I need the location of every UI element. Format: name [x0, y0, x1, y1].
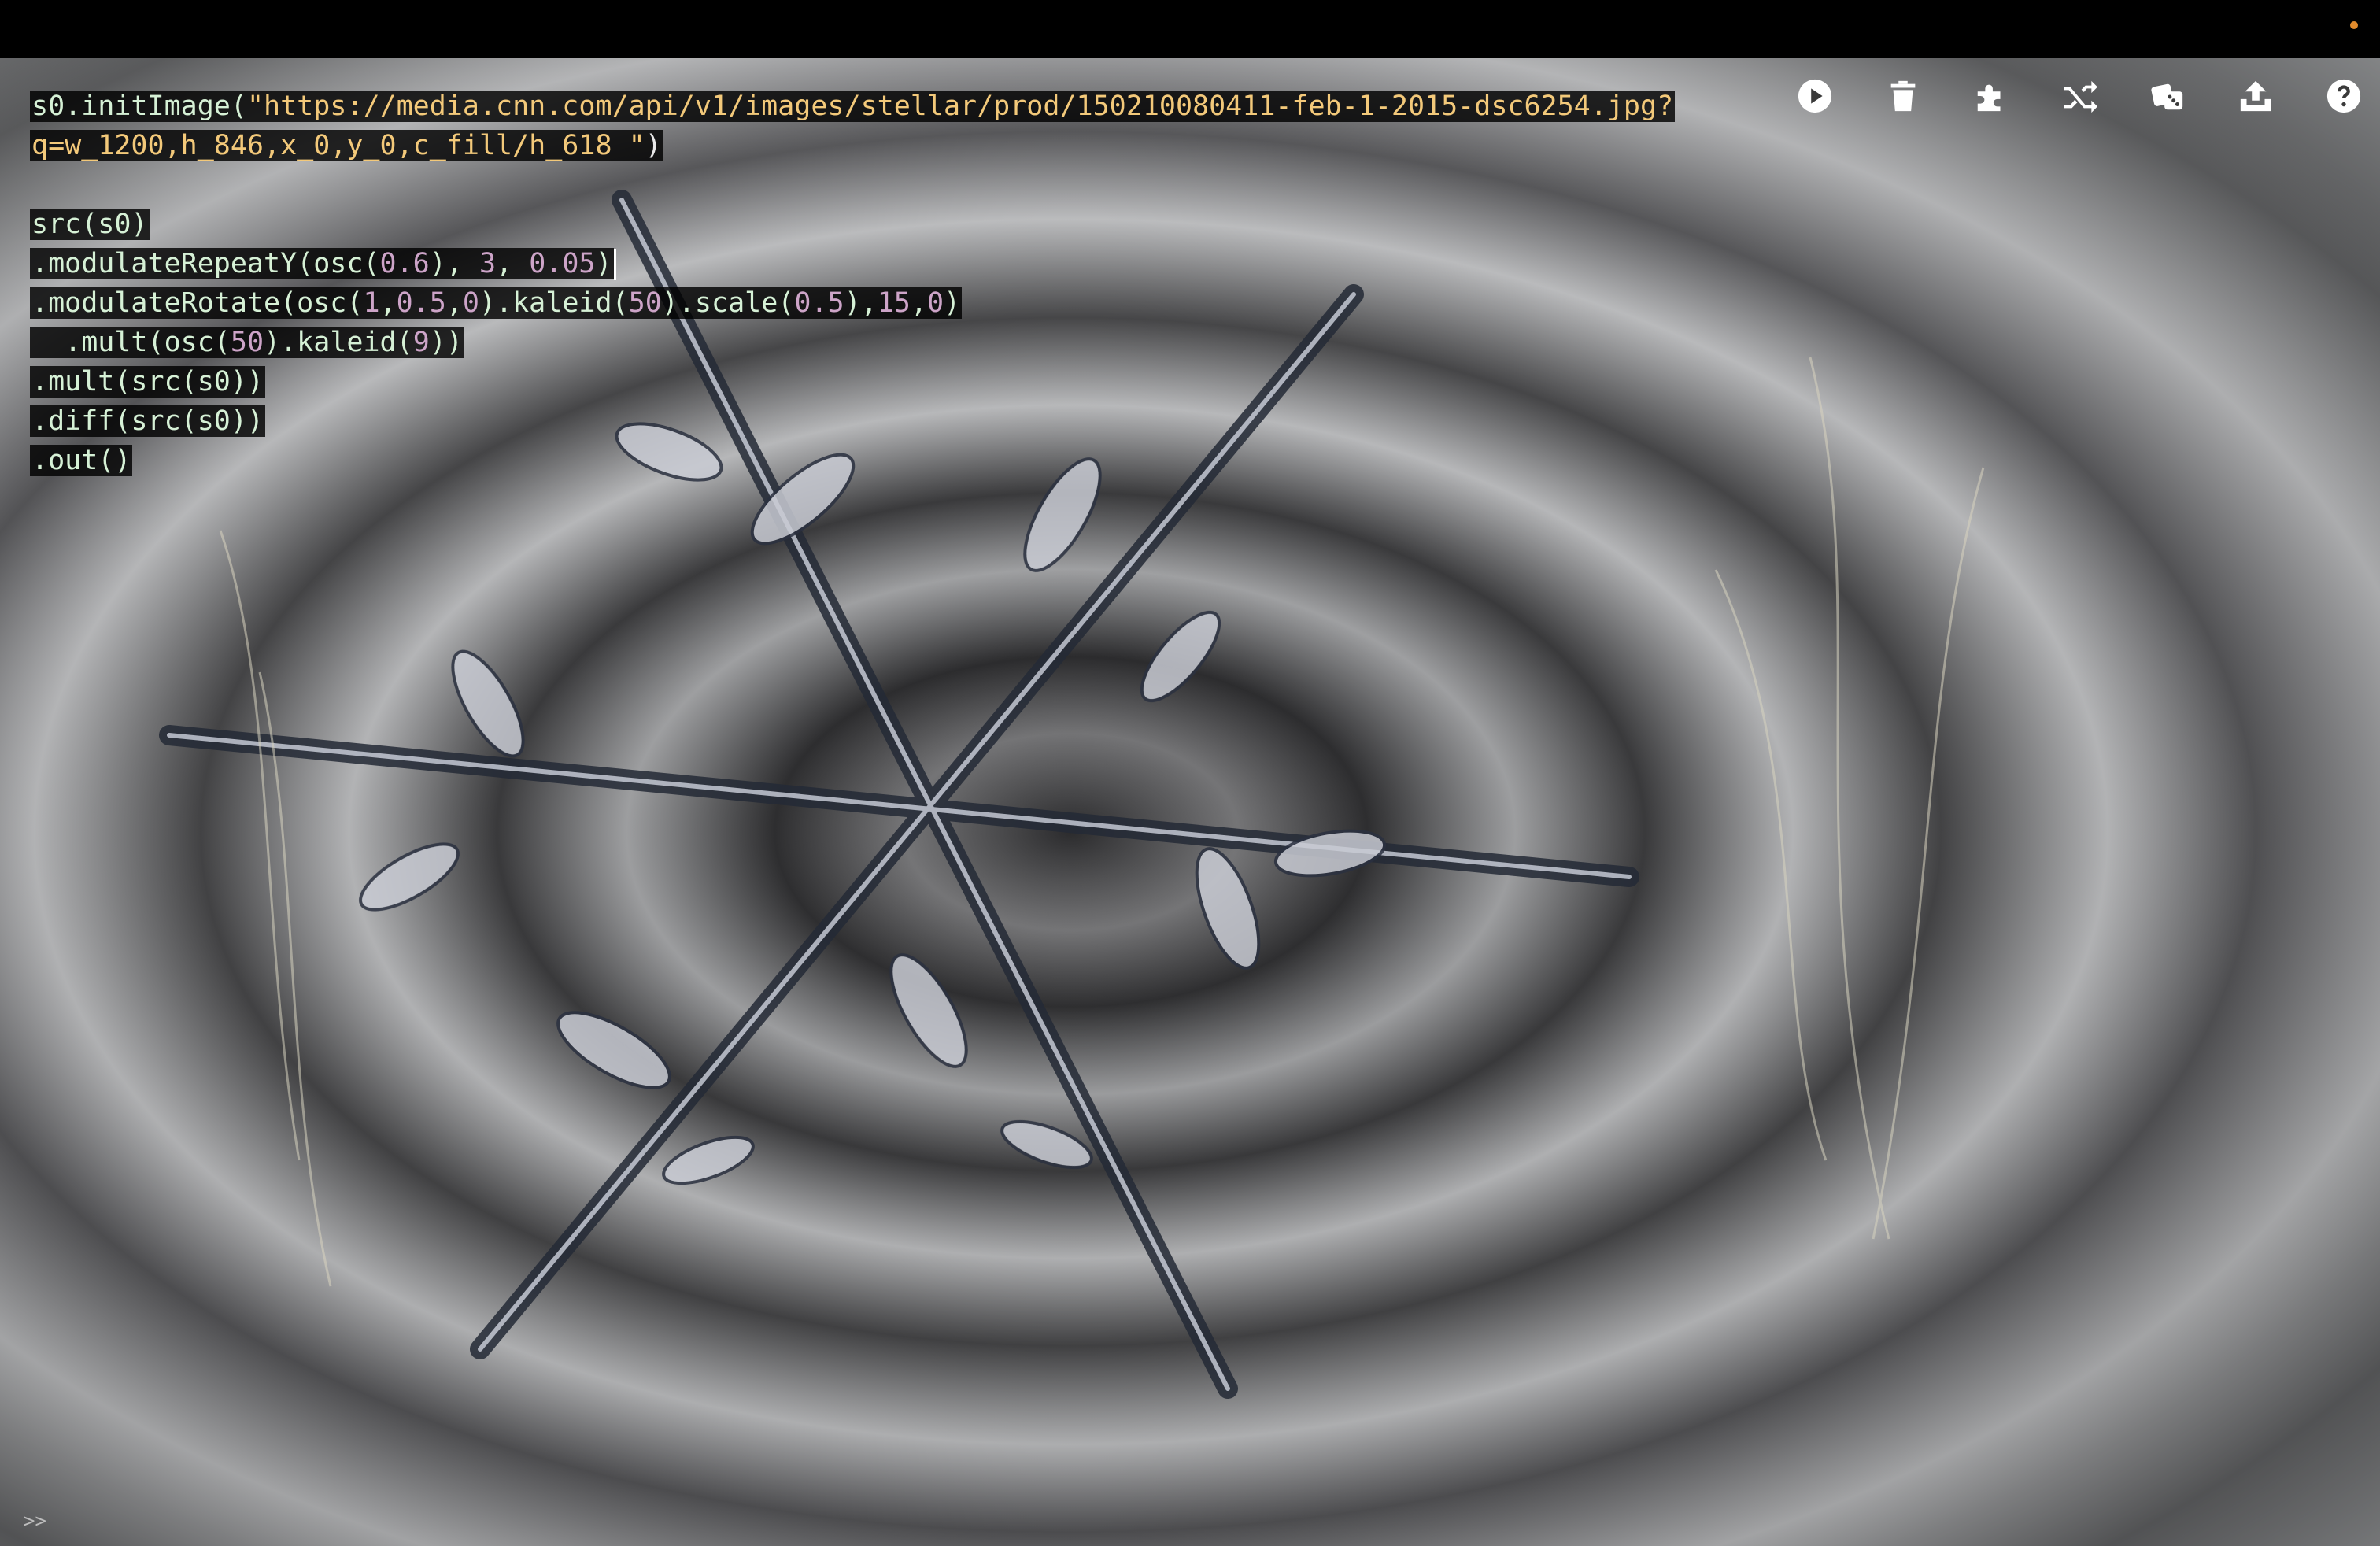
code-number: 0.05 — [529, 248, 596, 279]
code-line-5: .modulateRotate(osc(1,0.5,0).kaleid(50).… — [30, 283, 1675, 323]
extensions-button[interactable] — [1969, 74, 2013, 118]
code-token: , — [496, 248, 530, 279]
code-token: .modulateRepeatY(osc( — [31, 248, 380, 279]
code-number: 0 — [926, 287, 944, 319]
help-button[interactable] — [2322, 74, 2366, 118]
code-token: ).kaleid( — [479, 287, 629, 319]
code-token: ) — [645, 130, 662, 161]
code-number: 15 — [877, 287, 911, 319]
status-indicator — [2350, 21, 2358, 29]
code-token: , — [445, 287, 463, 319]
code-number: 1 — [363, 287, 380, 319]
code-string: q=w_1200,h_846,x_0,y_0,c_fill/h_618 " — [31, 130, 645, 161]
shuffle-button[interactable] — [2057, 74, 2101, 118]
help-icon — [2326, 79, 2361, 113]
play-icon — [1798, 79, 1832, 113]
code-number: 3 — [479, 248, 497, 279]
code-number: 9 — [412, 327, 430, 358]
run-button[interactable] — [1793, 74, 1837, 118]
code-token: s0.initImage( — [31, 91, 247, 122]
trash-icon — [1890, 80, 1916, 112]
console-prompt[interactable]: >> — [24, 1510, 46, 1532]
code-token: .out() — [30, 445, 133, 476]
code-token: ), — [429, 248, 479, 279]
code-number: 0.5 — [396, 287, 446, 319]
code-line-3: src(s0) — [30, 205, 1675, 244]
shuffle-icon — [2064, 80, 2097, 113]
upload-icon — [2240, 80, 2271, 112]
code-line-8: .diff(src(s0)) — [30, 401, 1675, 441]
code-line-2: q=w_1200,h_846,x_0,y_0,c_fill/h_618 ") — [30, 126, 1675, 165]
code-token: , — [379, 287, 397, 319]
code-string: "https://media.cnn.com/api/v1/images/ste… — [246, 91, 1674, 122]
code-token: .diff(src(s0)) — [30, 405, 266, 437]
top-bar — [0, 0, 2380, 58]
toolbar — [1793, 74, 2366, 118]
code-number: 0.6 — [379, 248, 430, 279]
dice-icon — [2151, 83, 2183, 110]
puzzle-icon — [1977, 84, 2001, 112]
code-line-9: .out() — [30, 441, 1675, 480]
code-token: .mult(src(s0)) — [30, 366, 266, 398]
code-number: 0.5 — [794, 287, 844, 319]
random-button[interactable] — [2145, 74, 2190, 118]
code-number: 50 — [628, 287, 662, 319]
code-line-4: .modulateRepeatY(osc(0.6), 3, 0.05) — [30, 244, 1675, 283]
app-screen: s0.initImage("https://media.cnn.com/api/… — [0, 0, 2380, 1546]
code-token: ).scale( — [661, 287, 795, 319]
code-token: , — [910, 287, 927, 319]
code-number: 50 — [230, 327, 264, 358]
code-token: .modulateRotate(osc( — [31, 287, 364, 319]
code-token: ).kaleid( — [264, 327, 413, 358]
code-line-7: .mult(src(s0)) — [30, 362, 1675, 401]
code-token: ) — [595, 248, 612, 279]
code-line-1: s0.initImage("https://media.cnn.com/api/… — [30, 87, 1676, 126]
clear-button[interactable] — [1881, 74, 1925, 118]
code-token: ), — [844, 287, 878, 319]
code-token: .mult(osc( — [31, 327, 231, 358]
code-number: 0 — [462, 287, 479, 319]
text-cursor — [613, 249, 616, 280]
upload-button[interactable] — [2234, 74, 2278, 118]
code-token: ) — [944, 287, 961, 319]
code-line-6: .mult(osc(50).kaleid(9)) — [30, 323, 1675, 362]
code-token: )) — [429, 327, 463, 358]
code-editor[interactable]: s0.initImage("https://media.cnn.com/api/… — [30, 87, 1676, 480]
code-token: src(s0) — [30, 209, 150, 240]
